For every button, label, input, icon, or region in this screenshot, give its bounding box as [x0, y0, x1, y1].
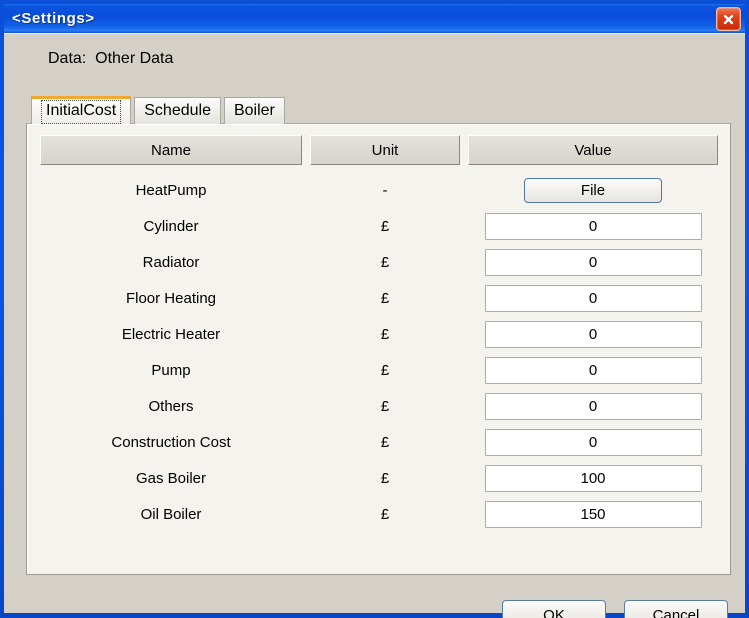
tab-initialcost[interactable]: InitialCost — [31, 96, 132, 124]
table-row: Cylinder £ 0 — [40, 208, 719, 244]
value-input-radiator[interactable]: 0 — [484, 248, 702, 276]
settings-dialog-window: <Settings> Data: Other Data InitialCost … — [0, 0, 749, 618]
value-input-cylinder[interactable]: 0 — [484, 212, 702, 240]
table-header-row: Name Unit Value — [40, 135, 719, 165]
row-value-cylinder: 0 — [468, 212, 718, 240]
tab-schedule[interactable]: Schedule — [134, 97, 221, 124]
tab-initialcost-label: InitialCost — [41, 99, 122, 124]
row-name-oil-boiler: Oil Boiler — [140, 505, 202, 523]
value-input-pump[interactable]: 0 — [484, 356, 702, 384]
row-name-heatpump: HeatPump — [135, 181, 207, 199]
initialcost-tab-panel: Name Unit Value HeatPump - File Cylinder… — [26, 123, 731, 575]
row-name-construction-cost: Construction Cost — [111, 433, 231, 451]
table-row: HeatPump - File — [40, 172, 719, 208]
row-unit-oil-boiler: £ — [380, 505, 390, 523]
column-header-unit[interactable]: Unit — [310, 135, 460, 165]
table-row: Radiator £ 0 — [40, 244, 719, 280]
row-name-others: Others — [148, 397, 194, 415]
dialog-footer: OK Cancel — [4, 580, 745, 618]
row-name-pump: Pump — [151, 361, 191, 379]
value-input-gas-boiler[interactable]: 100 — [484, 464, 702, 492]
cancel-button[interactable]: Cancel — [624, 600, 728, 618]
row-value-oil-boiler: 150 — [468, 500, 718, 528]
value-input-floor-heating[interactable]: 0 — [484, 284, 702, 312]
row-unit-radiator: £ — [380, 253, 390, 271]
row-name-electric-heater: Electric Heater — [121, 325, 221, 343]
row-unit-electric-heater: £ — [380, 325, 390, 343]
row-value-floor-heating: 0 — [468, 284, 718, 312]
tab-schedule-label: Schedule — [144, 102, 211, 119]
tab-boiler[interactable]: Boiler — [223, 97, 285, 124]
row-unit-others: £ — [380, 397, 390, 415]
value-input-others[interactable]: 0 — [484, 392, 702, 420]
table-row: Others £ 0 — [40, 388, 719, 424]
row-unit-pump: £ — [380, 361, 390, 379]
tab-boiler-label: Boiler — [233, 102, 275, 119]
table-row: Oil Boiler £ 150 — [40, 496, 719, 532]
table-body: HeatPump - File Cylinder £ 0 Radiator £ — [40, 172, 719, 532]
title-bar: <Settings> — [4, 4, 745, 33]
row-unit-heatpump: - — [382, 181, 388, 199]
table-row: Electric Heater £ 0 — [40, 316, 719, 352]
row-value-electric-heater: 0 — [468, 320, 718, 348]
value-input-oil-boiler[interactable]: 150 — [484, 500, 702, 528]
row-name-radiator: Radiator — [142, 253, 200, 271]
ok-button[interactable]: OK — [502, 600, 606, 618]
table-row: Pump £ 0 — [40, 352, 719, 388]
row-value-gas-boiler: 100 — [468, 464, 718, 492]
row-name-cylinder: Cylinder — [143, 217, 199, 235]
close-icon[interactable] — [716, 7, 741, 31]
row-unit-cylinder: £ — [380, 217, 390, 235]
row-value-construction-cost: 0 — [468, 428, 718, 456]
table-row: Construction Cost £ 0 — [40, 424, 719, 460]
row-unit-gas-boiler: £ — [380, 469, 390, 487]
table-row: Gas Boiler £ 100 — [40, 460, 719, 496]
value-input-electric-heater[interactable]: 0 — [484, 320, 702, 348]
window-title: <Settings> — [12, 10, 95, 27]
file-button[interactable]: File — [524, 177, 662, 203]
table-row: Floor Heating £ 0 — [40, 280, 719, 316]
row-unit-floor-heating: £ — [380, 289, 390, 307]
tab-strip: InitialCost Schedule Boiler — [31, 96, 288, 124]
column-header-value[interactable]: Value — [468, 135, 718, 165]
row-value-radiator: 0 — [468, 248, 718, 276]
data-label: Data: Other Data — [48, 50, 174, 67]
row-name-gas-boiler: Gas Boiler — [135, 469, 207, 487]
row-value-pump: 0 — [468, 356, 718, 384]
row-unit-construction-cost: £ — [380, 433, 390, 451]
dialog-client-area: Data: Other Data InitialCost Schedule Bo… — [4, 33, 745, 618]
row-value-others: 0 — [468, 392, 718, 420]
row-value-heatpump: File — [468, 177, 718, 203]
value-input-construction-cost[interactable]: 0 — [484, 428, 702, 456]
row-name-floor-heating: Floor Heating — [125, 289, 217, 307]
column-header-name[interactable]: Name — [40, 135, 302, 165]
